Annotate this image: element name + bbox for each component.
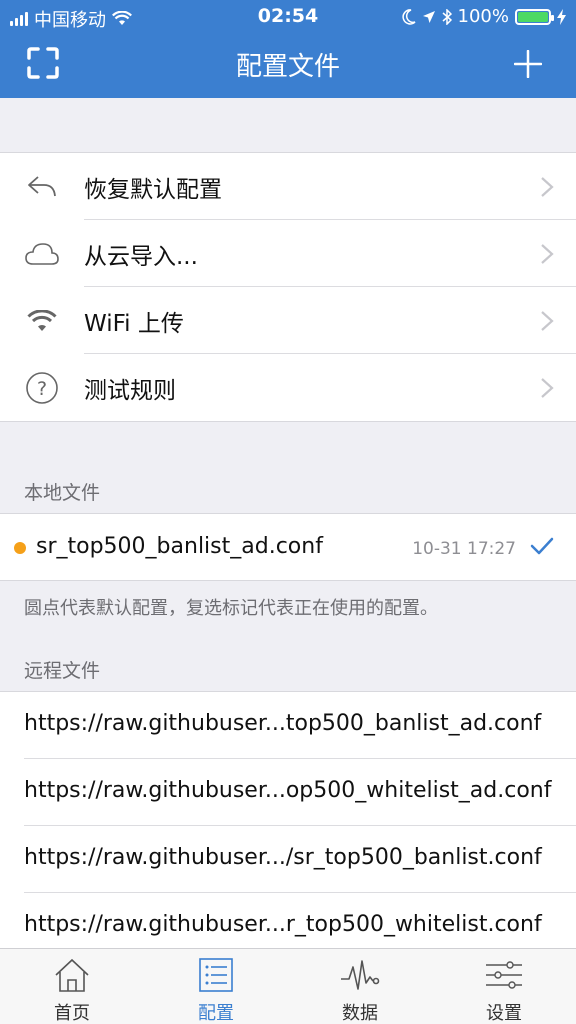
- activity-icon: [341, 960, 380, 990]
- file-name: sr_top500_banlist_ad.conf: [36, 534, 323, 559]
- remote-url: https://raw.githubuser...r_top500_whitel…: [24, 912, 542, 937]
- list-icon: [199, 958, 233, 992]
- battery-percent: 100%: [457, 6, 509, 27]
- status-bar: 中国移动 02:54 100%: [0, 0, 576, 34]
- default-dot: [14, 542, 26, 554]
- wifi-icon: [22, 301, 62, 341]
- remote-url: https://raw.githubuser...top500_banlist_…: [24, 711, 542, 736]
- local-files-footnote: 圆点代表默认配置，复选标记代表正在使用的配置。: [24, 598, 438, 619]
- chevron-right-icon: [541, 377, 554, 398]
- row-label: 恢复默认配置: [84, 176, 222, 203]
- question-icon: ?: [22, 368, 62, 408]
- remote-files-header: 远程文件: [24, 660, 101, 682]
- actions-list: 恢复默认配置 从云导入... WiFi 上传 ? 测试规则: [0, 152, 576, 422]
- tab-data[interactable]: 数据: [288, 949, 432, 1024]
- row-label: 测试规则: [84, 377, 176, 404]
- svg-text:?: ?: [37, 378, 47, 400]
- remote-files-list: https://raw.githubuser...top500_banlist_…: [0, 691, 576, 960]
- tab-settings[interactable]: 设置: [432, 949, 576, 1024]
- chevron-right-icon: [541, 243, 554, 264]
- checkmark-icon: [530, 537, 554, 555]
- cloud-icon: [22, 234, 62, 274]
- remote-url: https://raw.githubuser.../sr_top500_banl…: [24, 845, 542, 870]
- local-files-list: sr_top500_banlist_ad.conf 10-31 17:27: [0, 513, 576, 581]
- remote-url: https://raw.githubuser...op500_whitelist…: [24, 778, 552, 803]
- charging-icon: [557, 8, 566, 25]
- restore-default-row[interactable]: 恢复默认配置: [0, 153, 576, 220]
- chevron-right-icon: [541, 310, 554, 331]
- bluetooth-icon: [442, 8, 452, 25]
- list-item[interactable]: https://raw.githubuser...op500_whitelist…: [0, 759, 576, 826]
- wifi-upload-row[interactable]: WiFi 上传: [0, 287, 576, 354]
- home-icon: [55, 958, 89, 992]
- page-title: 配置文件: [235, 52, 340, 82]
- list-item[interactable]: sr_top500_banlist_ad.conf 10-31 17:27: [0, 514, 576, 580]
- tab-label: 配置: [198, 1003, 234, 1024]
- moon-icon: [402, 8, 416, 25]
- plus-icon[interactable]: [514, 50, 542, 78]
- sliders-icon: [486, 961, 522, 989]
- tab-label: 首页: [54, 1003, 90, 1024]
- tab-config[interactable]: 配置: [144, 949, 288, 1024]
- battery-icon: [515, 8, 554, 25]
- local-files-header: 本地文件: [24, 482, 101, 504]
- row-label: WiFi 上传: [84, 310, 184, 337]
- tab-bar: 首页 配置 数据 设置: [0, 948, 576, 1024]
- test-rules-row[interactable]: ? 测试规则: [0, 354, 576, 421]
- list-item[interactable]: https://raw.githubuser.../sr_top500_banl…: [0, 826, 576, 893]
- list-item[interactable]: https://raw.githubuser...top500_banlist_…: [0, 692, 576, 759]
- row-label: 从云导入...: [84, 243, 198, 270]
- location-icon: [422, 10, 435, 23]
- nav-header: 中国移动 02:54 100% 配置文件: [0, 0, 576, 98]
- tab-label: 设置: [486, 1003, 522, 1024]
- reply-icon: [22, 167, 62, 207]
- file-time: 10-31 17:27: [412, 539, 516, 559]
- chevron-right-icon: [541, 176, 554, 197]
- tab-home[interactable]: 首页: [0, 949, 144, 1024]
- import-cloud-row[interactable]: 从云导入...: [0, 220, 576, 287]
- tab-label: 数据: [342, 1003, 378, 1024]
